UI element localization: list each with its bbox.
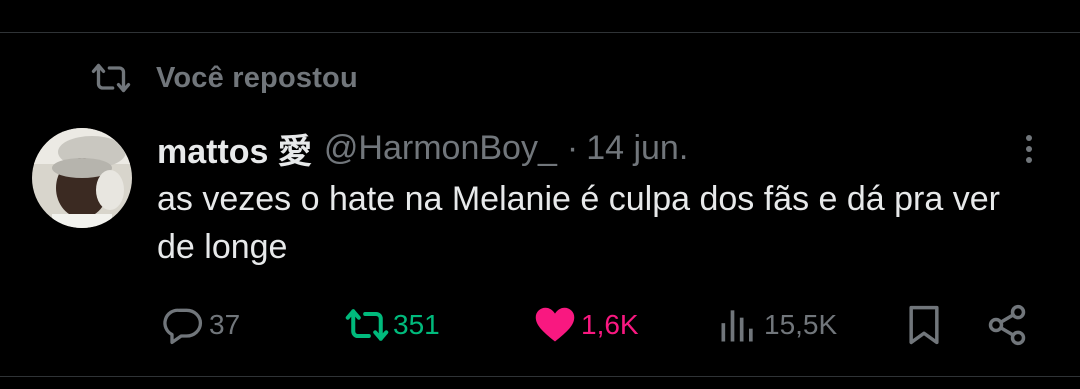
action-bar: 37 351 1,6K 15,5K <box>0 300 1080 350</box>
reply-count: 37 <box>209 309 241 340</box>
views-count: 15,5K <box>764 309 838 340</box>
views-button[interactable]: 15,5K <box>716 300 837 350</box>
separator-dot: · <box>566 128 579 167</box>
share-icon <box>988 304 1026 346</box>
bookmark-icon <box>909 305 939 345</box>
bookmark-button[interactable] <box>902 300 946 350</box>
tweet-header: mattos 愛 @HarmonBoy_ · 14 jun. <box>157 124 688 173</box>
reply-icon <box>163 308 203 345</box>
partial-icon <box>172 0 190 2</box>
heart-icon <box>535 307 575 342</box>
repost-icon <box>345 309 389 341</box>
repost-context-label: Você repostou <box>156 61 358 94</box>
repost-context: Você repostou <box>91 58 358 98</box>
partial-icon <box>588 0 606 2</box>
partial-icon <box>1002 0 1020 2</box>
divider <box>0 376 1080 377</box>
more-button[interactable] <box>1016 132 1042 168</box>
display-name[interactable]: mattos 愛 <box>157 124 312 173</box>
previous-tweet-actions <box>0 0 1080 32</box>
repost-button[interactable]: 351 <box>345 300 440 350</box>
tweet-date[interactable]: 14 jun. <box>586 129 688 168</box>
repost-icon <box>91 63 131 93</box>
reply-button[interactable]: 37 <box>161 300 240 350</box>
repost-count: 351 <box>393 309 440 340</box>
like-count: 1,6K <box>581 309 639 340</box>
tweet-text: as vezes o hate na Melanie é culpa dos f… <box>157 180 1000 266</box>
divider <box>0 32 1080 33</box>
avatar[interactable] <box>32 128 132 228</box>
partial-icon <box>918 0 936 2</box>
share-button[interactable] <box>985 300 1029 350</box>
user-handle[interactable]: @HarmonBoy_ <box>324 129 557 168</box>
more-vertical-icon <box>1026 135 1032 163</box>
views-icon <box>721 310 753 342</box>
like-button[interactable]: 1,6K <box>533 300 639 350</box>
